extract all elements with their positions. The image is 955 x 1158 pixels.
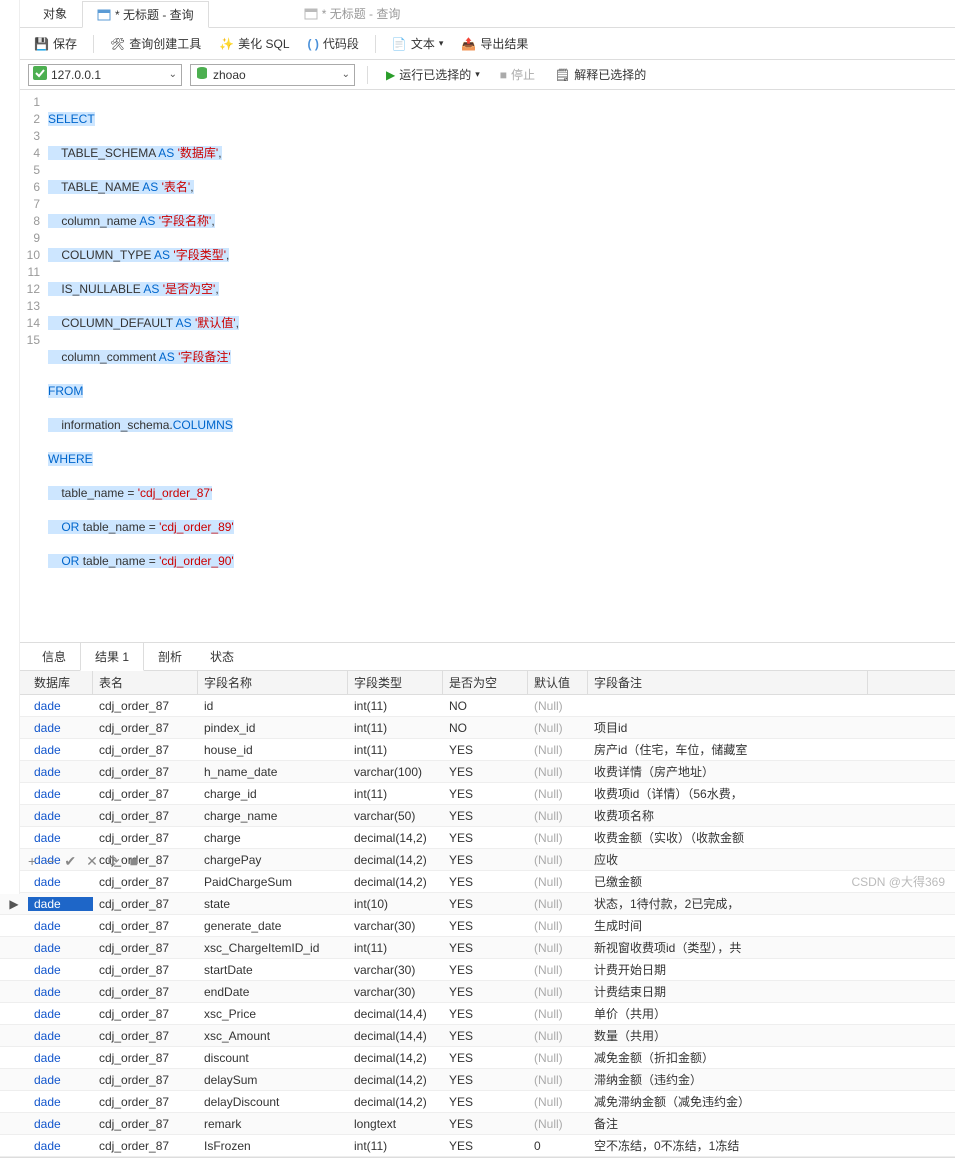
col-default[interactable]: 默认值	[528, 671, 588, 694]
query-icon	[304, 7, 318, 21]
col-table[interactable]: 表名	[93, 671, 198, 694]
commit-button[interactable]: ✔	[64, 853, 76, 870]
tab-object[interactable]: 对象	[28, 0, 82, 27]
query-icon	[97, 8, 111, 22]
grid-body: dadecdj_order_87idint(11)NO(Null)dadecdj…	[0, 695, 955, 1157]
table-row[interactable]: dadecdj_order_87xsc_ChargeItemID_idint(1…	[0, 937, 955, 959]
watermark: CSDN @大得369	[851, 873, 945, 890]
col-nullable[interactable]: 是否为空	[443, 671, 528, 694]
table-row[interactable]: dadecdj_order_87idint(11)NO(Null)	[0, 695, 955, 717]
col-field[interactable]: 字段名称	[198, 671, 348, 694]
delete-row-button[interactable]: −	[46, 853, 54, 870]
table-row[interactable]: dadecdj_order_87IsFrozenint(11)YES0空不冻结，…	[0, 1135, 955, 1157]
explain-button[interactable]: 🗒解释已选择的	[549, 63, 652, 86]
stop-icon: ■	[500, 68, 507, 82]
play-icon: ▶	[386, 68, 395, 82]
query-builder-button[interactable]: 🛠查询创建工具	[104, 32, 207, 55]
export-icon: 📤	[461, 37, 476, 51]
editor-tabs: 对象 * 无标题 - 查询 * 无标题 - 查询	[0, 0, 955, 28]
db-dropdown[interactable]: zhoao⌄	[190, 64, 355, 86]
chevron-down-icon: ▾	[439, 38, 444, 49]
table-row[interactable]: dadecdj_order_87discountdecimal(14,2)YES…	[0, 1047, 955, 1069]
toolbar: 💾保存 🛠查询创建工具 ✨美化 SQL ( )代码段 📄文本▾ 📤导出结果	[0, 28, 955, 60]
result-tabs: 信息 结果 1 剖析 状态	[0, 643, 955, 671]
tab-profile[interactable]: 剖析	[144, 643, 196, 670]
col-database[interactable]: 数据库	[28, 671, 93, 694]
table-row[interactable]: dadecdj_order_87remarklongtextYES(Null)备…	[0, 1113, 955, 1135]
explain-icon: 🗒	[555, 68, 570, 82]
table-row[interactable]: dadecdj_order_87delayDiscountdecimal(14,…	[0, 1091, 955, 1113]
beautify-button[interactable]: ✨美化 SQL	[213, 32, 295, 55]
status-bar: + − ✔ ✕ ⟳ ■	[28, 853, 138, 870]
table-row[interactable]: dadecdj_order_87pindex_idint(11)NO(Null)…	[0, 717, 955, 739]
table-row[interactable]: dadecdj_order_87PaidChargeSumdecimal(14,…	[0, 871, 955, 893]
table-row[interactable]: dadecdj_order_87charge_idint(11)YES(Null…	[0, 783, 955, 805]
builder-icon: 🛠	[110, 37, 125, 51]
wand-icon: ✨	[219, 37, 234, 51]
tab-result[interactable]: 结果 1	[80, 642, 144, 671]
table-row[interactable]: dadecdj_order_87delaySumdecimal(14,2)YES…	[0, 1069, 955, 1091]
cancel-button[interactable]: ✕	[86, 853, 98, 870]
database-icon	[195, 66, 209, 83]
server-icon	[33, 66, 47, 83]
table-row[interactable]: ▶dadecdj_order_87stateint(10)YES(Null)状态…	[0, 893, 955, 915]
chevron-down-icon: ⌄	[169, 69, 177, 80]
result-grid: 数据库 表名 字段名称 字段类型 是否为空 默认值 字段备注 dadecdj_o…	[0, 671, 955, 1158]
run-button[interactable]: ▶运行已选择的▾	[380, 63, 486, 86]
text-button[interactable]: 📄文本▾	[386, 32, 450, 55]
tab-info[interactable]: 信息	[28, 643, 80, 670]
paren-icon: ( )	[308, 37, 319, 51]
connection-bar: 127.0.0.1⌄ zhoao⌄ ▶运行已选择的▾ ■停止 🗒解释已选择的	[0, 60, 955, 90]
stop-button[interactable]: ■停止	[494, 63, 541, 86]
code-content[interactable]: SELECT TABLE_SCHEMA AS '数据库', TABLE_NAME…	[48, 90, 955, 642]
tab-status[interactable]: 状态	[196, 643, 248, 670]
chevron-down-icon: ⌄	[342, 69, 350, 80]
table-row[interactable]: dadecdj_order_87h_name_datevarchar(100)Y…	[0, 761, 955, 783]
table-row[interactable]: dadecdj_order_87house_idint(11)YES(Null)…	[0, 739, 955, 761]
table-row[interactable]: dadecdj_order_87chargePaydecimal(14,2)YE…	[0, 849, 955, 871]
save-button[interactable]: 💾保存	[28, 32, 83, 55]
table-row[interactable]: dadecdj_order_87charge_namevarchar(50)YE…	[0, 805, 955, 827]
chevron-down-icon: ▾	[475, 69, 480, 80]
table-row[interactable]: dadecdj_order_87generate_datevarchar(30)…	[0, 915, 955, 937]
save-icon: 💾	[34, 37, 49, 51]
refresh-button[interactable]: ⟳	[108, 853, 120, 870]
table-row[interactable]: dadecdj_order_87chargedecimal(14,2)YES(N…	[0, 827, 955, 849]
col-comment[interactable]: 字段备注	[588, 671, 868, 694]
snippet-button[interactable]: ( )代码段	[302, 32, 365, 55]
host-dropdown[interactable]: 127.0.0.1⌄	[28, 64, 182, 86]
doc-icon: 📄	[392, 37, 407, 51]
table-row[interactable]: dadecdj_order_87xsc_Pricedecimal(14,4)YE…	[0, 1003, 955, 1025]
export-button[interactable]: 📤导出结果	[455, 32, 534, 55]
grid-header: 数据库 表名 字段名称 字段类型 是否为空 默认值 字段备注	[0, 671, 955, 695]
tab-query-inactive[interactable]: * 无标题 - 查询	[289, 0, 416, 27]
col-type[interactable]: 字段类型	[348, 671, 443, 694]
sql-editor[interactable]: 123456789101112131415 SELECT TABLE_SCHEM…	[0, 90, 955, 643]
stop-edit-button[interactable]: ■	[130, 853, 138, 870]
table-row[interactable]: dadecdj_order_87endDatevarchar(30)YES(Nu…	[0, 981, 955, 1003]
tab-query-active[interactable]: * 无标题 - 查询	[82, 1, 209, 28]
table-row[interactable]: dadecdj_order_87startDatevarchar(30)YES(…	[0, 959, 955, 981]
table-row[interactable]: dadecdj_order_87xsc_Amountdecimal(14,4)Y…	[0, 1025, 955, 1047]
left-gutter-strip	[0, 0, 20, 894]
add-row-button[interactable]: +	[28, 853, 36, 870]
